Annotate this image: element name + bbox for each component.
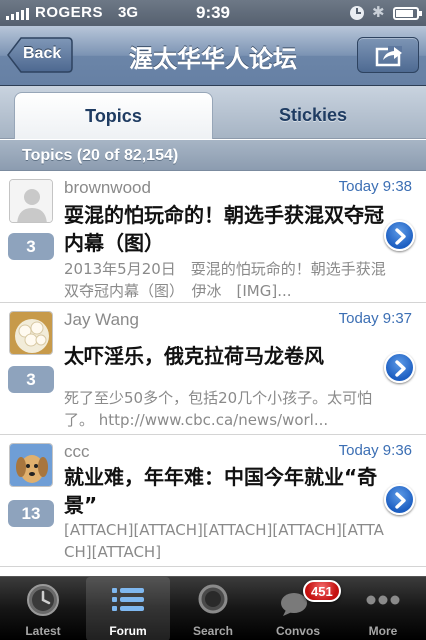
- convos-badge: 451: [303, 580, 341, 602]
- back-label: Back: [23, 45, 62, 62]
- tab-stickies[interactable]: Stickies: [213, 92, 413, 139]
- tab-latest[interactable]: Latest: [1, 577, 85, 640]
- tab-label: Convos: [275, 624, 320, 638]
- food-avatar-icon: [9, 311, 53, 355]
- disclosure-button[interactable]: [384, 220, 415, 251]
- battery-icon: [393, 7, 422, 20]
- clock-icon: [350, 6, 364, 20]
- disclosure-button[interactable]: [384, 484, 415, 515]
- topic-title[interactable]: 太吓淫乐，俄克拉荷马龙卷风: [64, 342, 386, 370]
- page-title: 渥太华华人论坛: [129, 45, 297, 73]
- chevron-right-icon: [395, 492, 406, 509]
- magnifier-icon: [198, 584, 228, 614]
- topic-author[interactable]: brownwood: [64, 178, 151, 198]
- default-avatar-icon: [9, 179, 53, 223]
- clock-icon: [27, 584, 59, 616]
- chevron-right-icon: [395, 228, 406, 245]
- tab-label: Forum: [109, 624, 147, 638]
- topic-time: Today 9:38: [338, 178, 412, 195]
- topic-time: Today 9:37: [338, 310, 412, 327]
- status-bar: ROGERS 3G 9:39 ✱: [0, 0, 426, 26]
- topic-preview: 死了至少50多个，包括20几个小孩子。太可怕了。 http://www.cbc.…: [64, 389, 373, 429]
- section-header: Topics (20 of 82,154): [0, 140, 426, 171]
- puppy-avatar-icon: [9, 443, 53, 487]
- topic-preview: [ATTACH][ATTACH][ATTACH][ATTACH][ATTACH]…: [64, 521, 384, 561]
- topic-row[interactable]: ccc Today 9:36 就业难，年年难：中国今年就业“奇景” [ATTAC…: [0, 436, 426, 567]
- topic-preview: 2013年5月20日 耍混的怕玩命的！朝选手获混双夺冠内幕（图） 伊冰 [IMG…: [64, 260, 386, 300]
- tab-more[interactable]: More: [341, 577, 425, 640]
- tab-label: More: [368, 624, 398, 638]
- share-icon: [375, 46, 402, 67]
- more-dots-icon: [366, 595, 400, 605]
- reply-count: 13: [8, 500, 54, 527]
- reply-count: 3: [8, 233, 54, 260]
- tab-label: Latest: [25, 624, 61, 638]
- topic-author[interactable]: ccc: [64, 442, 90, 462]
- topic-title[interactable]: 就业难，年年难：中国今年就业“奇景”: [64, 463, 386, 519]
- list-icon: [112, 588, 144, 611]
- disclosure-button[interactable]: [384, 352, 415, 383]
- tab-topics[interactable]: Topics: [14, 92, 213, 139]
- tab-search[interactable]: Search: [171, 577, 255, 640]
- topic-row[interactable]: brownwood Today 9:38 耍混的怕玩命的！朝选手获混双夺冠内幕（…: [0, 172, 426, 303]
- share-button[interactable]: [357, 37, 419, 73]
- topic-time: Today 9:36: [338, 442, 412, 459]
- topic-author[interactable]: Jay Wang: [64, 310, 139, 330]
- bluetooth-icon: ✱: [372, 4, 385, 21]
- reply-count: 3: [8, 366, 54, 393]
- topic-row[interactable]: Jay Wang Today 9:37 太吓淫乐，俄克拉荷马龙卷风 死了至少50…: [0, 304, 426, 435]
- segment-bar: Topics Stickies: [0, 86, 426, 139]
- tab-bar: Latest Forum Search Convos More: [0, 576, 426, 640]
- nav-bar: Back 渥太华华人论坛: [0, 26, 426, 86]
- chevron-right-icon: [395, 360, 406, 377]
- topic-title[interactable]: 耍混的怕玩命的！朝选手获混双夺冠内幕（图）: [64, 201, 386, 257]
- tab-forum[interactable]: Forum: [86, 577, 170, 640]
- back-button[interactable]: Back: [7, 37, 73, 73]
- tab-label: Search: [192, 624, 234, 638]
